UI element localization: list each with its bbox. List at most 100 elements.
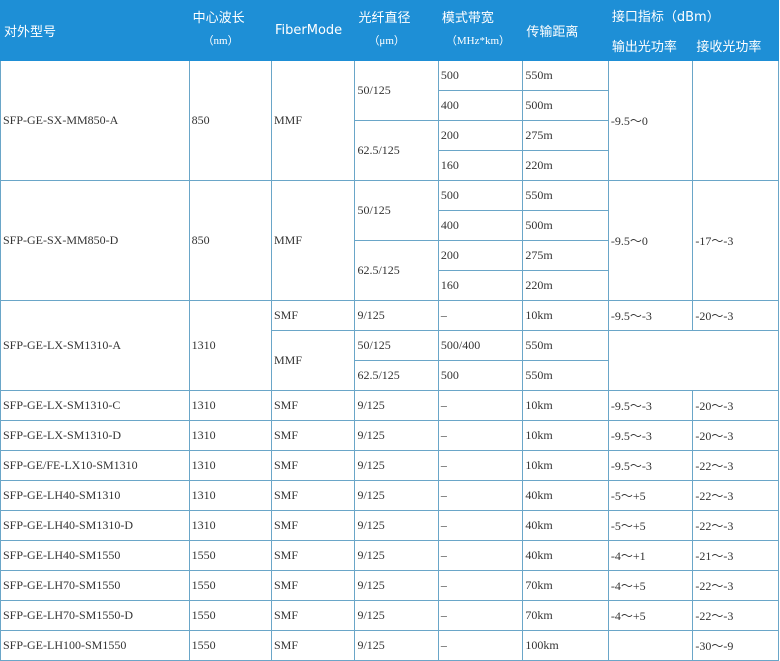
cell-bandwidth: 500: [437, 60, 524, 91]
cell-model: SFP-GE-LX-SM1310-A: [0, 300, 190, 391]
cell-distance: 100km: [522, 630, 609, 661]
cell-input: -30～-9: [692, 630, 779, 661]
cell-wavelength: 1310: [188, 390, 272, 421]
header-wavelength-unit: （nm）: [202, 35, 239, 47]
cell-diameter: 9/125: [354, 390, 439, 421]
cell-model: SFP-GE-LH70-SM1550-D: [0, 600, 190, 631]
cell-input: -22～-3: [692, 480, 779, 511]
cell-fiber: SMF: [270, 600, 356, 631]
cell-diameter: 62.5/125: [354, 360, 439, 391]
cell-bandwidth: –: [437, 570, 524, 601]
header-bandwidth: 模式带宽 （MHz*km）: [437, 0, 524, 61]
header-diameter-unit: （μm）: [368, 35, 405, 47]
header-diameter: 光纤直径 （μm）: [354, 0, 439, 61]
cell-distance: 500m: [522, 90, 609, 121]
table-row: SFP-GE-SX-MM850-A 850 MMF 50/125 500 550…: [0, 60, 779, 181]
cell-bandwidth: –: [437, 630, 524, 661]
cell-diameter: 50/125: [354, 330, 439, 361]
cell-fiber: SMF: [270, 510, 356, 541]
cell-diameter: 62.5/125: [354, 120, 439, 181]
cell-bandwidth: 200: [437, 120, 524, 151]
cell-fiber: SMF: [270, 450, 356, 481]
cell-bandwidth: 200: [437, 240, 524, 271]
cell-distance: 220m: [522, 150, 609, 181]
cell-bandwidth: 160: [437, 270, 524, 301]
cell-distance: 275m: [522, 240, 609, 271]
cell-output: -9.5～-3: [607, 450, 694, 481]
cell-wavelength: 1550: [188, 540, 272, 571]
table-row: SFP-GE-LX-SM1310-D 1310 SMF 9/125–10km -9.5～…: [0, 420, 779, 451]
cell-bandwidth: 400: [437, 210, 524, 241]
cell-distance: 550m: [522, 60, 609, 91]
cell-model: SFP-GE-LH40-SM1550: [0, 540, 190, 571]
cell-distance: 10km: [522, 420, 609, 451]
cell-output: -4～+5: [607, 570, 694, 601]
cell-diameter: 50/125: [354, 60, 439, 121]
cell-distance: 550m: [522, 360, 609, 391]
cell-distance: 70km: [522, 600, 609, 631]
cell-distance: 10km: [522, 450, 609, 481]
table-row: SFP-GE-LH70-SM1550-D 1550 SMF 9/125–70km -4～…: [0, 600, 779, 631]
cell-input: -17～-3: [692, 180, 779, 301]
cell-distance: 40km: [522, 510, 609, 541]
header-distance: 传输距离: [522, 0, 609, 61]
header-model: 对外型号: [0, 0, 190, 61]
header-wavelength: 中心波长 （nm）: [188, 0, 272, 61]
cell-bandwidth: –: [437, 480, 524, 511]
cell-model: SFP-GE-SX-MM850-A: [0, 60, 190, 181]
cell-output: -9.5～0: [607, 60, 694, 181]
header-bandwidth-unit: （MHz*km）: [445, 35, 511, 47]
cell-model: SFP-GE-LH40-SM1310-D: [0, 510, 190, 541]
cell-output: -5～+5: [607, 480, 694, 511]
cell-distance: 10km: [522, 300, 609, 331]
cell-model: SFP-GE-SX-MM850-D: [0, 180, 190, 301]
cell-distance: 40km: [522, 540, 609, 571]
table-row: SFP-GE/FE-LX10-SM1310 1310 SMF 9/125–10km -9…: [0, 450, 779, 481]
cell-wavelength: 850: [188, 60, 272, 181]
cell-wavelength: 1310: [188, 510, 272, 541]
cell-diameter: 9/125: [354, 420, 439, 451]
cell-output: -9.5～-3: [607, 390, 694, 421]
cell-model: SFP-GE-LH40-SM1310: [0, 480, 190, 511]
cell-model: SFP-GE-LX-SM1310-D: [0, 420, 190, 451]
table-row: SFP-GE-LH100-SM1550 1550 SMF 9/125–100km -30…: [0, 630, 779, 661]
table-row: SFP-GE-LX-SM1310-C 1310 SMF 9/125–10km -9.5～…: [0, 390, 779, 421]
cell-model: SFP-GE-LH70-SM1550: [0, 570, 190, 601]
cell-output: -4～+5: [607, 600, 694, 631]
cell-diameter: 9/125: [354, 570, 439, 601]
cell-bandwidth: 500/400: [437, 330, 524, 361]
cell-input: -20～-3: [692, 390, 779, 421]
cell-model: SFP-GE-LX-SM1310-C: [0, 390, 190, 421]
cell-input: -22～-3: [692, 600, 779, 631]
table-row: SFP-GE-LH40-SM1310 1310 SMF 9/125–40km -5～+5…: [0, 480, 779, 511]
cell-output: -9.5～-3: [607, 300, 694, 331]
cell-bandwidth: –: [437, 510, 524, 541]
cell-input: -22～-3: [692, 570, 779, 601]
cell-fiber: SMF: [270, 480, 356, 511]
cell-bandwidth: –: [437, 540, 524, 571]
table-row: SFP-GE-LX-SM1310-A 1310 SMF 9/125 – 10km…: [0, 300, 779, 391]
table-row: SFP-GE-SX-MM850-D 850 MMF 50/125 500 550…: [0, 180, 779, 301]
cell-distance: 550m: [522, 180, 609, 211]
cell-diameter: 9/125: [354, 630, 439, 661]
cell-input: -20～-3: [692, 420, 779, 451]
cell-diameter: 9/125: [354, 540, 439, 571]
cell-output: -9.5～-3: [607, 420, 694, 451]
cell-diameter: 9/125: [354, 450, 439, 481]
cell-bandwidth: 500: [437, 360, 524, 391]
cell-bandwidth: –: [437, 450, 524, 481]
cell-wavelength: 1310: [188, 480, 272, 511]
cell-output: -4～+1: [607, 540, 694, 571]
cell-distance: 40km: [522, 480, 609, 511]
cell-model: SFP-GE/FE-LX10-SM1310: [0, 450, 190, 481]
cell-wavelength: 1550: [188, 630, 272, 661]
cell-wavelength: 850: [188, 180, 272, 301]
header-output-power: 输出光功率: [607, 30, 694, 61]
cell-bandwidth: –: [437, 300, 524, 331]
cell-wavelength: 1310: [188, 420, 272, 451]
header-input-power: 接收光功率: [692, 30, 779, 61]
cell-wavelength: 1310: [188, 450, 272, 481]
cell-wavelength: 1310: [188, 300, 272, 391]
cell-diameter: 9/125: [354, 600, 439, 631]
header-fiber-mode: FiberMode: [270, 0, 356, 61]
